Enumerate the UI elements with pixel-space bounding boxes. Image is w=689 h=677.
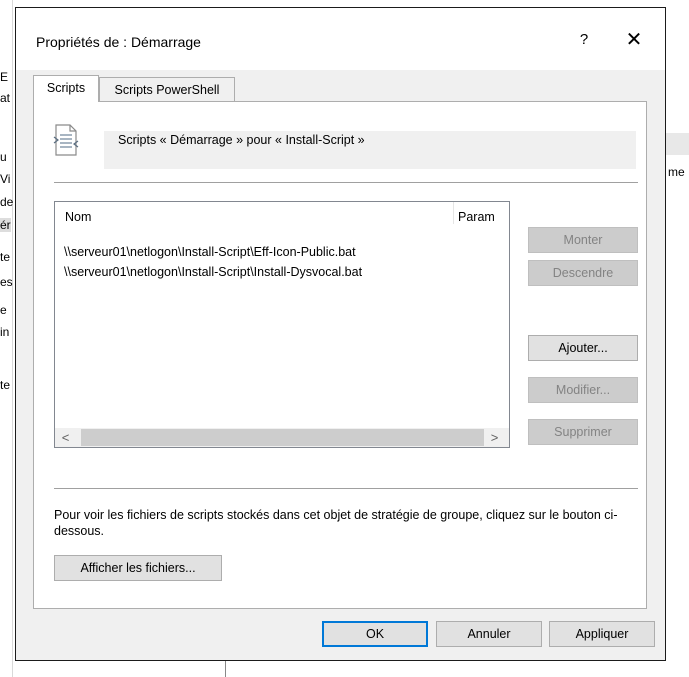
background-text: at [0,91,11,105]
tab-panel: Scripts « Démarrage » pour « Install-Scr… [33,101,647,609]
info-text: Pour voir les fichiers de scripts stocké… [54,508,618,538]
column-separator[interactable] [453,202,454,224]
scripts-list[interactable]: Nom Param \\serveur01\netlogon\Install-S… [54,201,510,448]
separator [54,182,638,183]
add-button[interactable]: Ajouter... [528,335,638,361]
edit-button[interactable]: Modifier... [528,377,638,403]
move-down-button[interactable]: Descendre [528,260,638,286]
background-text: E [0,70,9,84]
tab-scripts[interactable]: Scripts [33,75,99,102]
script-description: Scripts « Démarrage » pour « Install-Scr… [118,133,365,147]
background-divider [225,660,229,677]
background-text: u [0,150,7,164]
properties-dialog: Propriétés de : Démarrage ? ✕ Scripts Sc… [15,7,666,661]
help-icon[interactable]: ? [572,28,596,52]
background-text: te [0,378,11,392]
list-item[interactable]: \\serveur01\netlogon\Install-Script\Inst… [64,265,362,279]
background-text: ér [0,218,11,232]
apply-button[interactable]: Appliquer [549,621,655,647]
scrollbar-thumb[interactable] [81,429,484,446]
move-up-button[interactable]: Monter [528,227,638,253]
background-text: me [668,165,685,179]
background-text: te [0,250,11,264]
remove-button[interactable]: Supprimer [528,419,638,445]
script-document-icon [53,124,79,156]
background-text: es [0,275,13,289]
cancel-button[interactable]: Annuler [436,621,542,647]
tab-powershell-scripts[interactable]: Scripts PowerShell [99,77,235,102]
background-text: in [0,325,10,339]
column-header-name[interactable]: Nom [65,202,91,224]
title-bar[interactable]: Propriétés de : Démarrage ? ✕ [16,8,665,70]
horizontal-scrollbar[interactable]: < > [55,428,509,447]
ok-button[interactable]: OK [322,621,428,647]
scroll-left-icon[interactable]: < [57,428,74,447]
close-icon[interactable]: ✕ [620,28,648,52]
background-text: e [0,303,7,317]
background-bar [666,133,689,155]
background-text: de [0,195,14,209]
column-header-param[interactable]: Param [458,202,495,224]
dialog-title: Propriétés de : Démarrage [36,34,201,50]
description-box: Scripts « Démarrage » pour « Install-Scr… [104,131,636,169]
scroll-right-icon[interactable]: > [486,428,503,447]
show-files-button[interactable]: Afficher les fichiers... [54,555,222,581]
background-text: Vi [0,172,11,186]
separator [54,488,638,489]
list-item[interactable]: \\serveur01\netlogon\Install-Script\Eff-… [64,245,356,259]
